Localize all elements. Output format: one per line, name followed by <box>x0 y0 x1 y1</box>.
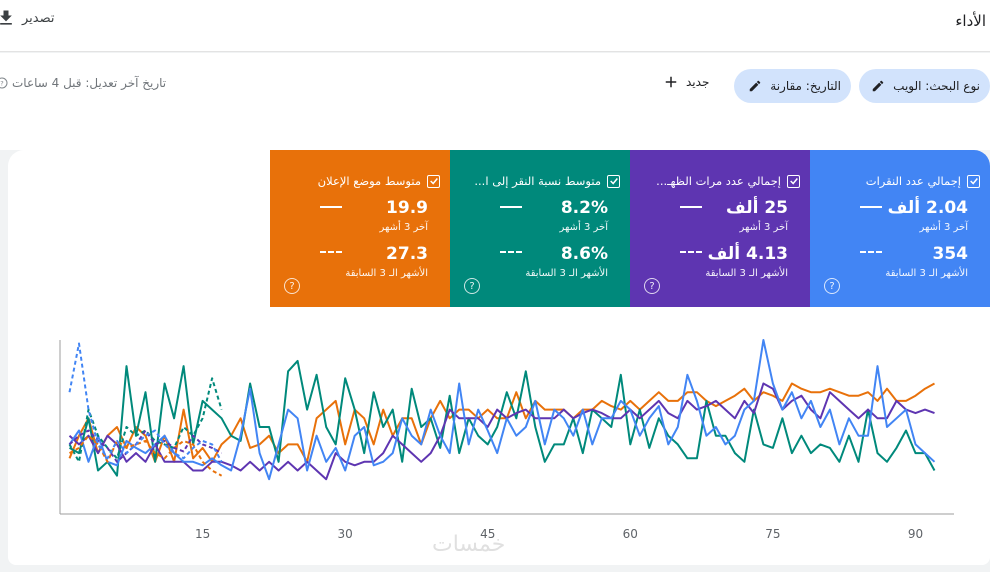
svg-text:?: ? <box>0 79 3 87</box>
edit-icon <box>750 80 761 92</box>
x-tick-label: 30 <box>338 527 353 541</box>
download-icon <box>0 10 12 25</box>
watermark-logo: خمسات <box>432 532 506 557</box>
series-line-current <box>68 382 935 463</box>
search-type-label: نوع البحث: الويب <box>893 79 980 93</box>
edit-icon <box>872 80 884 92</box>
date-chip[interactable]: التاريخ: مقارنة <box>734 69 851 103</box>
performance-card: إجمالي عدد النقرات 2.04 ألف آخر 3 أشهر 3… <box>8 150 990 565</box>
new-filter-button[interactable]: جديد <box>662 73 709 91</box>
filter-bar: نوع البحث: الويب التاريخ: مقارنة جديد تا… <box>0 53 990 150</box>
last-updated: تاريخ آخر تعديل: قبل 4 ساعات ? <box>0 76 166 90</box>
x-tick-label: 15 <box>195 527 210 541</box>
new-filter-label: جديد <box>686 75 710 89</box>
top-bar: الأداء تصدير <box>0 0 990 52</box>
search-type-chip[interactable]: نوع البحث: الويب <box>859 69 990 103</box>
last-updated-label: تاريخ آخر تعديل: قبل 4 ساعات <box>12 76 167 90</box>
help-icon[interactable]: ? <box>0 77 8 89</box>
x-tick-label: 90 <box>908 527 923 541</box>
date-label: التاريخ: مقارنة <box>770 79 841 93</box>
x-tick-label: 75 <box>765 527 780 541</box>
export-label: تصدير <box>22 10 55 26</box>
page-title: الأداء <box>955 12 986 30</box>
plus-icon <box>665 76 677 88</box>
performance-chart[interactable]: 15 30 45 60 75 90 <box>8 150 990 565</box>
x-tick-label: 60 <box>623 527 638 541</box>
export-button[interactable]: تصدير <box>0 8 55 28</box>
